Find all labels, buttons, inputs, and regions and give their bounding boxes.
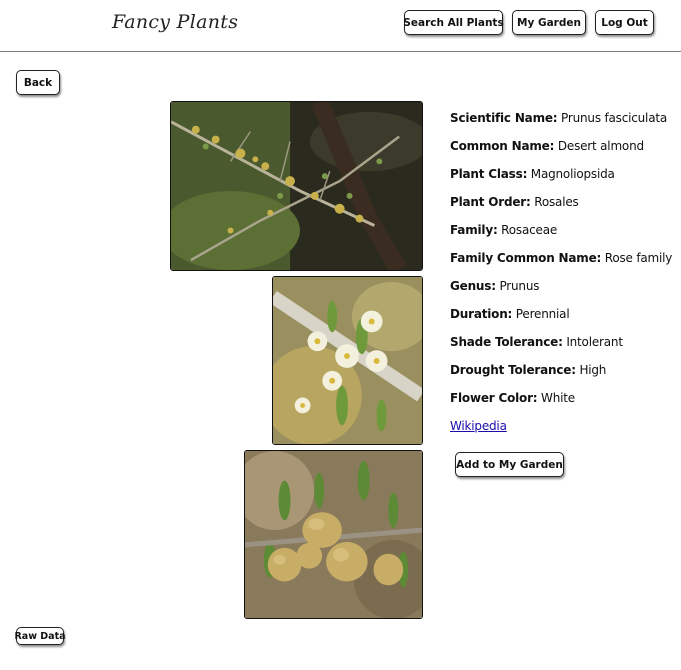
- detail-family-common-name: Family Common Name: Rose family: [450, 251, 673, 265]
- detail-drought-tolerance: Drought Tolerance: High: [450, 363, 607, 377]
- back-button[interactable]: Back: [16, 70, 60, 95]
- top-bar: Fancy Plants Search All Plants My Garden…: [0, 0, 681, 52]
- detail-plant-class: Plant Class: Magnoliopsida: [450, 167, 615, 181]
- detail-family: Family: Rosaceae: [450, 223, 558, 237]
- detail-common-name: Common Name: Desert almond: [450, 139, 644, 153]
- detail-scientific-name: Scientific Name: Prunus fasciculata: [450, 111, 667, 125]
- my-garden-button[interactable]: My Garden: [512, 10, 586, 35]
- detail-duration: Duration: Perennial: [450, 307, 570, 321]
- log-out-button[interactable]: Log Out: [595, 10, 654, 35]
- plant-photo-branch: [170, 101, 423, 271]
- plant-details: Scientific Name: Prunus fasciculata Comm…: [450, 111, 680, 447]
- detail-flower-color: Flower Color: White: [450, 391, 575, 405]
- site-logo[interactable]: Fancy Plants: [112, 11, 238, 33]
- search-all-plants-button[interactable]: Search All Plants: [403, 10, 504, 35]
- raw-data-button[interactable]: Raw Data: [14, 627, 66, 645]
- detail-plant-order: Plant Order: Rosales: [450, 195, 579, 209]
- plant-photo-flowers: [272, 276, 423, 445]
- wikipedia-row: Wikipedia: [450, 419, 680, 447]
- detail-genus: Genus: Prunus: [450, 279, 540, 293]
- plant-photo-fruits: [244, 450, 423, 619]
- add-to-my-garden-button[interactable]: Add to My Garden: [455, 452, 564, 477]
- detail-shade-tolerance: Shade Tolerance: Intolerant: [450, 335, 623, 349]
- wikipedia-link[interactable]: Wikipedia: [450, 419, 507, 433]
